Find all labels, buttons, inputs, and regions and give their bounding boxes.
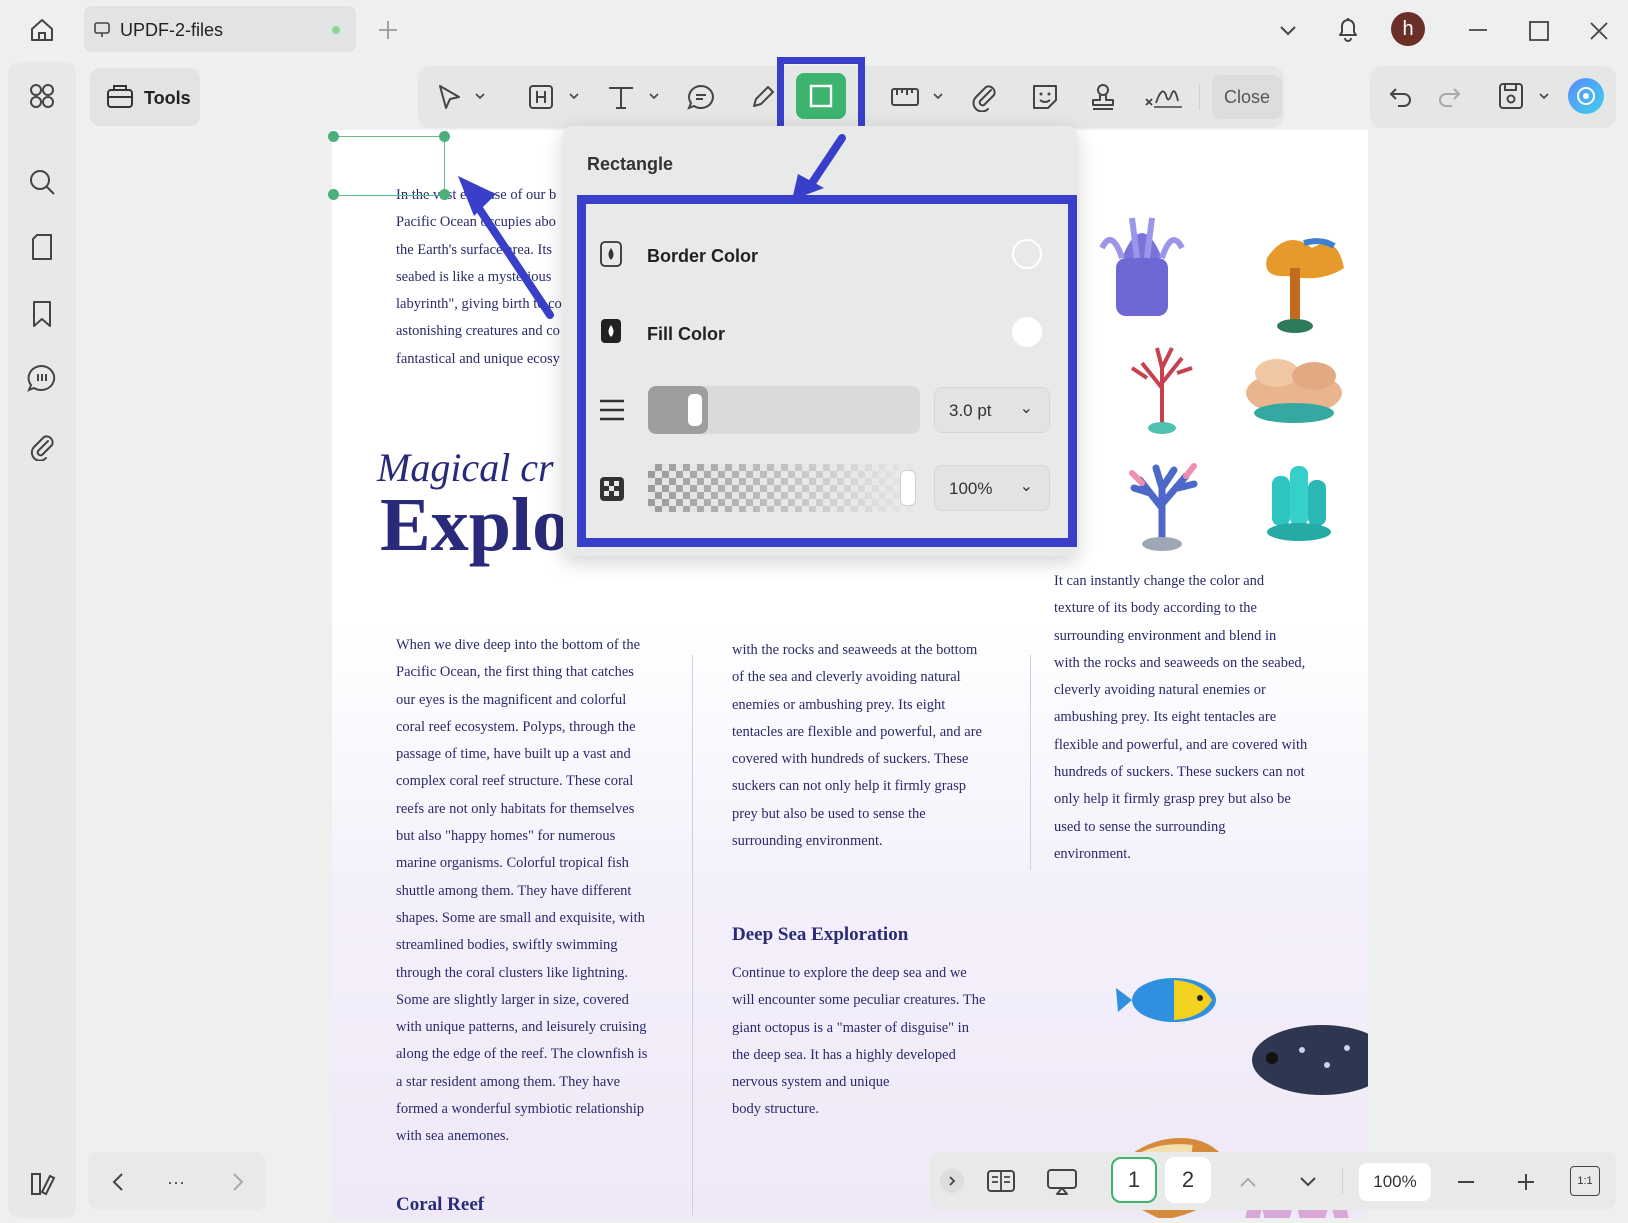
tab-title: UPDF-2-files [120,20,224,40]
highlight-icon[interactable] [524,80,558,114]
redo-icon[interactable] [1432,80,1466,114]
stroke-width-slider[interactable] [648,386,920,434]
text-icon[interactable] [604,80,638,114]
column-3-paragraph: It can instantly change the color and te… [1054,573,1308,862]
save-icon[interactable] [1494,78,1528,114]
select-cursor-icon[interactable] [432,80,466,114]
toolbox-icon [104,80,136,112]
coral-illustrations [1099,217,1344,551]
chevron-down-icon: ⌄ [1019,400,1033,417]
undo-icon[interactable] [1384,80,1418,114]
signature-icon[interactable] [1144,80,1184,114]
paperclip-icon[interactable] [968,80,1002,114]
chevron-right-icon[interactable] [226,1168,250,1196]
opacity-value: 100% [949,479,993,498]
column-1-paragraph: When we dive deep into the bottom of the… [396,637,648,1145]
coral-reef-heading: Coral Reef [396,1194,485,1215]
unsaved-indicator [332,26,340,34]
slideshow-icon[interactable] [1044,1164,1080,1198]
opacity-icon [598,475,626,503]
minimize-icon[interactable] [1464,16,1492,44]
actual-size-icon[interactable]: 1:1 [1570,1166,1600,1196]
resize-handle[interactable] [328,189,339,200]
ai-assistant-icon[interactable] [1568,78,1604,114]
chevron-left-icon[interactable] [106,1168,130,1196]
divider [1342,1168,1343,1194]
page-layout-icon[interactable] [984,1164,1018,1198]
resize-handle[interactable] [328,131,339,142]
opacity-select[interactable]: 100% ⌄ [934,465,1050,511]
chevron-down-icon[interactable] [646,84,662,108]
chevron-down-icon[interactable] [930,84,946,108]
expand-icon[interactable] [940,1169,964,1193]
avatar[interactable]: h [1391,12,1425,46]
rectangle-annotation[interactable] [333,136,445,196]
pages-icon[interactable] [24,230,60,266]
stroke-width-value: 3.0 pt [949,401,992,420]
fill-color-swatch[interactable] [1012,317,1042,347]
page-1-button[interactable]: 1 [1111,1157,1157,1203]
home-icon[interactable] [24,12,60,48]
slider-thumb [688,394,702,426]
pencil-icon[interactable] [746,80,780,114]
page-2-button[interactable]: 2 [1165,1157,1211,1203]
border-color-swatch[interactable] [1012,239,1042,269]
maximize-icon[interactable] [1524,16,1554,46]
zoom-in-icon[interactable] [1512,1168,1540,1196]
chevron-up-icon[interactable] [1234,1168,1262,1196]
column-2-paragraph: with the rocks and seaweeds at the botto… [732,642,982,850]
sticker-icon[interactable] [1028,80,1062,114]
comment-icon[interactable] [684,80,718,114]
rectangle-icon[interactable] [796,73,846,119]
chevron-down-icon[interactable] [566,84,582,108]
column-divider [1030,655,1031,870]
anemone-illustration [1099,217,1185,316]
close-window-icon[interactable] [1584,16,1614,46]
chevron-down-icon[interactable] [1536,84,1552,108]
close-button[interactable]: Close [1212,75,1282,119]
tools-label: Tools [144,88,191,108]
annotation-arrows [458,134,846,319]
more-icon[interactable]: ··· [160,1168,192,1196]
chevron-down-icon: ⌄ [1019,478,1033,495]
column-2b-paragraph: Continue to explore the deep sea and we … [732,965,986,1118]
bookmark-icon[interactable] [24,296,60,332]
chevron-down-icon[interactable] [1294,1168,1322,1196]
toolbar-divider [1199,84,1200,110]
zoom-level[interactable]: 100% [1359,1163,1431,1201]
bell-icon[interactable] [1332,12,1364,46]
opacity-slider[interactable] [648,464,920,512]
attachment-icon[interactable] [24,428,60,464]
line-weight-icon [598,396,626,424]
column-divider [692,655,693,1215]
chevron-down-icon[interactable] [1274,16,1302,44]
new-tab-icon[interactable] [374,16,402,44]
presentation-icon [92,20,112,40]
measure-icon[interactable] [888,80,922,114]
deep-sea-heading: Deep Sea Exploration [732,924,909,945]
stroke-width-select[interactable]: 3.0 pt ⌄ [934,387,1050,433]
chevron-down-icon[interactable] [472,84,488,108]
zoom-out-icon[interactable] [1452,1168,1480,1196]
stamp-icon[interactable] [1086,80,1120,114]
sidebar-toggle-icon[interactable] [24,1166,60,1202]
apps-grid-icon[interactable] [24,78,60,114]
search-icon[interactable] [24,164,60,200]
slider-thumb [900,470,916,506]
comment-icon[interactable] [22,360,62,396]
